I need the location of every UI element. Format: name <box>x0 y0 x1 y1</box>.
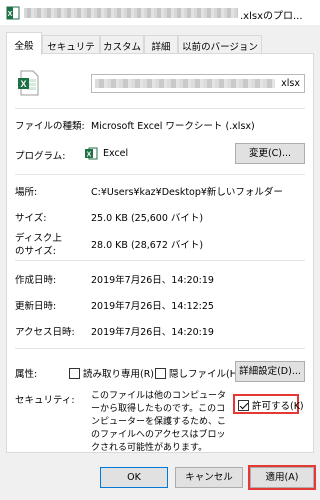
hidden-checkbox[interactable]: 隠しファイル(H) <box>155 366 241 380</box>
program-label: プログラム: <box>15 151 66 162</box>
svg-text:X: X <box>87 152 92 159</box>
readonly-checkbox-label: 読み取り専用(R) <box>83 369 155 380</box>
svg-text:X: X <box>20 79 26 89</box>
file-type-value: Microsoft Excel ワークシート (.xlsx) <box>91 121 255 132</box>
size-value: 25.0 KB (25,600 バイト) <box>91 213 204 224</box>
accessed-label: アクセス日時: <box>15 327 75 338</box>
hidden-checkbox-label: 隠しファイル(H) <box>169 369 241 380</box>
divider <box>15 108 305 109</box>
change-program-button[interactable]: 変更(C)... <box>235 143 305 164</box>
attributes-label: 属性: <box>15 369 38 380</box>
disk-size-label-line2: のサイズ: <box>15 246 56 257</box>
tab-details[interactable]: 詳細 <box>144 35 178 54</box>
ok-button[interactable]: OK <box>100 467 168 488</box>
divider <box>15 348 305 349</box>
excel-file-icon: X <box>6 6 20 20</box>
program-value: Excel <box>103 148 129 159</box>
tab-custom[interactable]: カスタム <box>100 35 144 54</box>
readonly-checkbox-box[interactable] <box>69 368 80 379</box>
divider <box>15 174 305 175</box>
redacted-filename <box>24 8 238 18</box>
properties-window: 全般 セキュリティ カスタム 詳細 以前のバージョン X xlsx ファイルの種… <box>0 26 320 500</box>
permit-checkbox-inner[interactable]: 許可する(K) <box>238 400 304 412</box>
tab-general[interactable]: 全般 <box>6 32 42 55</box>
tab-strip: 全般 セキュリティ カスタム 詳細 以前のバージョン <box>6 32 314 67</box>
permit-checkbox[interactable]: 許可する(K) <box>233 394 304 414</box>
excel-large-icon: X <box>18 70 39 96</box>
filename-field[interactable]: xlsx <box>91 74 305 93</box>
general-panel: X xlsx ファイルの種類: Microsoft Excel ワークシート (… <box>6 53 314 453</box>
modified-label: 更新日時: <box>15 301 57 312</box>
excel-program-icon: X <box>85 147 98 160</box>
window-title: .xlsxのプロ... <box>240 11 303 22</box>
size-label: サイズ: <box>15 213 47 224</box>
modified-value: 2019年7月26日、14:12:25 <box>91 301 214 312</box>
location-value: C:¥Users¥kaz¥Desktop¥新しいフォルダー <box>91 187 283 198</box>
redacted-filename <box>95 79 275 88</box>
title-bar: X .xlsxのプロ... <box>0 0 320 26</box>
readonly-checkbox[interactable]: 読み取り専用(R) <box>69 366 154 380</box>
dialog-buttons: OK キャンセル 適用(A) <box>0 438 320 500</box>
divider <box>15 260 305 261</box>
disk-size-value: 28.0 KB (28,672 バイト) <box>91 240 204 251</box>
created-value: 2019年7月26日、14:20:19 <box>91 275 214 286</box>
filename-extension: xlsx <box>281 78 300 89</box>
hidden-checkbox-box[interactable] <box>155 368 166 379</box>
disk-size-label-line1: ディスク上 <box>15 233 62 244</box>
cancel-button[interactable]: キャンセル <box>175 467 243 488</box>
svg-text:X: X <box>8 11 13 18</box>
created-label: 作成日時: <box>15 275 57 286</box>
accessed-value: 2019年7月26日、14:20:19 <box>91 327 214 338</box>
advanced-attributes-button[interactable]: 詳細設定(D)... <box>235 361 305 382</box>
location-label: 場所: <box>15 187 38 198</box>
security-label: セキュリティ: <box>15 395 75 406</box>
file-type-label: ファイルの種類: <box>15 121 85 132</box>
tab-previous-versions[interactable]: 以前のバージョン <box>178 35 262 54</box>
permit-checkbox-label: 許可する(K) <box>252 401 304 412</box>
permit-checkbox-box[interactable] <box>238 400 249 411</box>
tab-security[interactable]: セキュリティ <box>42 35 100 67</box>
apply-button[interactable]: 適用(A) <box>248 465 316 490</box>
